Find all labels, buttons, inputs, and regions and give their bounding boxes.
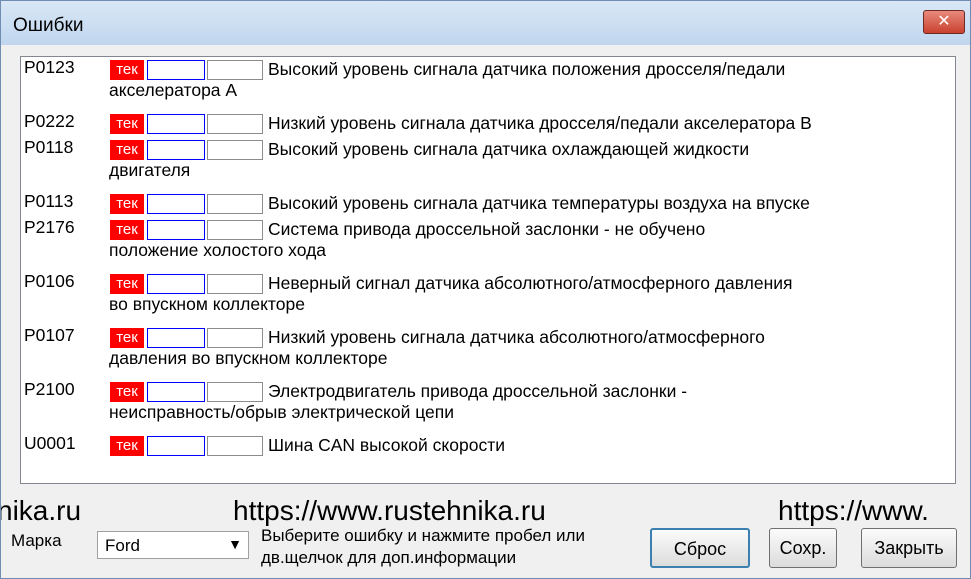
error-row[interactable]: P2176 тек Система привода дроссельной за… bbox=[21, 217, 955, 271]
error-row[interactable]: U0001 тек Шина CAN высокой скорости bbox=[21, 433, 955, 459]
error-description: Низкий уровень сигнала датчика абсолютно… bbox=[109, 327, 765, 368]
error-description: Высокий уровень сигнала датчика охлаждаю… bbox=[109, 139, 750, 180]
error-row[interactable]: P0123 тек Высокий уровень сигнала датчик… bbox=[21, 57, 955, 111]
error-code: P0113 bbox=[24, 191, 74, 211]
error-description: Шина CAN высокой скорости bbox=[268, 435, 506, 455]
watermark-left: nika.ru bbox=[0, 495, 82, 526]
error-description: Высокий уровень сигнала датчика положени… bbox=[109, 59, 786, 100]
close-window-button[interactable]: ✕ bbox=[923, 10, 965, 34]
status-badge: тек bbox=[110, 436, 144, 456]
status-box-blue bbox=[147, 194, 205, 214]
error-code: P0118 bbox=[24, 137, 74, 157]
error-code: P0123 bbox=[24, 57, 75, 77]
watermark-center: https://www.rustehnika.ru bbox=[233, 495, 546, 526]
save-button[interactable]: Сохр. bbox=[769, 528, 837, 568]
error-description: Система привода дроссельной заслонки - н… bbox=[109, 219, 706, 260]
watermark-right: https://www. bbox=[778, 495, 929, 526]
error-code: P0107 bbox=[24, 325, 75, 345]
status-box-gray bbox=[207, 436, 263, 456]
error-row[interactable]: P0107 тек Низкий уровень сигнала датчика… bbox=[21, 325, 955, 379]
error-code: U0001 bbox=[24, 433, 76, 453]
status-box-gray bbox=[207, 194, 263, 214]
error-description: Неверный сигнал датчика абсолютного/атмо… bbox=[109, 273, 793, 314]
error-description: Высокий уровень сигнала датчика температ… bbox=[268, 193, 810, 213]
close-button[interactable]: Закрыть bbox=[861, 528, 957, 568]
status-box-gray bbox=[207, 114, 263, 134]
error-row[interactable]: P0222 тек Низкий уровень сигнала датчика… bbox=[21, 111, 955, 137]
error-code: P2100 bbox=[24, 379, 75, 399]
status-badge: тек bbox=[110, 194, 144, 214]
error-code: P0222 bbox=[24, 111, 75, 131]
status-box-blue bbox=[147, 114, 205, 134]
error-row[interactable]: P0118 тек Высокий уровень сигнала датчик… bbox=[21, 137, 955, 191]
dropdown-arrow-icon[interactable]: ▼ bbox=[228, 536, 242, 552]
error-code: P0106 bbox=[24, 271, 75, 291]
error-list[interactable]: P0123 тек Высокий уровень сигнала датчик… bbox=[20, 56, 956, 484]
hint-text: Выберите ошибку и нажмите пробел или дв.… bbox=[261, 526, 585, 567]
errors-window: Ошибки ✕ P0123 тек Высокий уровень сигна… bbox=[0, 0, 971, 579]
error-description: Низкий уровень сигнала датчика дросселя/… bbox=[268, 113, 812, 133]
status-badge: тек bbox=[110, 114, 144, 134]
reset-button[interactable]: Сброс bbox=[650, 528, 750, 568]
brand-select[interactable]: Ford ▼ bbox=[97, 531, 249, 559]
error-description: Электродвигатель привода дроссельной зас… bbox=[109, 381, 688, 422]
error-row[interactable]: P0106 тек Неверный сигнал датчика абсолю… bbox=[21, 271, 955, 325]
error-row[interactable]: P2100 тек Электродвигатель привода дросс… bbox=[21, 379, 955, 433]
error-code: P2176 bbox=[24, 217, 75, 237]
brand-value: Ford bbox=[105, 536, 140, 555]
title-bar: Ошибки ✕ bbox=[1, 1, 970, 45]
close-icon: ✕ bbox=[937, 13, 951, 30]
error-row[interactable]: P0113 тек Высокий уровень сигнала датчик… bbox=[21, 191, 955, 217]
brand-label: Марка bbox=[11, 531, 62, 550]
window-title: Ошибки bbox=[13, 15, 84, 36]
status-box-blue bbox=[147, 436, 205, 456]
